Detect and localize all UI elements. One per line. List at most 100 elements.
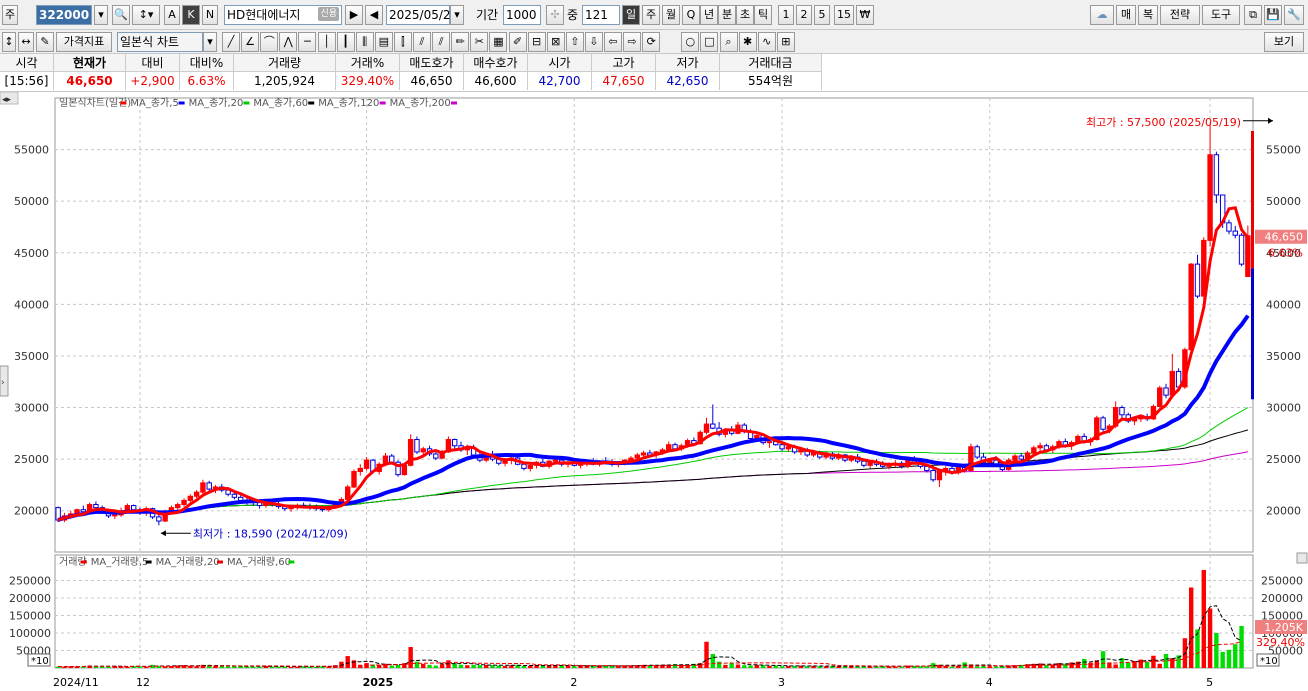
tab-timeframe-0[interactable]: 일 (622, 5, 640, 25)
candle (112, 514, 118, 517)
toolbar-right-button-1[interactable]: 복 (1138, 5, 1158, 25)
period-input[interactable]: 1000 (503, 5, 541, 25)
draw-tool-button[interactable]: ⟳ (642, 32, 661, 52)
draw-tool-button[interactable]: ⋀ (279, 32, 298, 52)
tab-timeframe-6[interactable]: 초 (736, 5, 754, 25)
save-button[interactable]: 💾 (1264, 5, 1282, 25)
cloud-button[interactable]: ☁ (1090, 5, 1114, 25)
btn-k[interactable]: K (182, 5, 200, 25)
draw-tool-button[interactable]: ▦ (489, 32, 508, 52)
draw-tool-button[interactable]: ⫽ (432, 32, 451, 52)
mid-count-input[interactable]: 121 (582, 5, 620, 25)
quote-header: 시각 (0, 54, 54, 72)
arrow-leftright-icon: ↔ (21, 35, 31, 48)
volume-bar (1170, 658, 1175, 668)
draw-tool-icon: ▦ (493, 35, 504, 48)
draw-tool-button[interactable]: ✏ (451, 32, 470, 52)
toolbar-right-button-2[interactable]: 전략 (1160, 5, 1200, 25)
stock-chart[interactable]: ◂▸20000 2000025000 2500030000 3000035000 350… (0, 91, 1308, 689)
draw-tool-icon: ∠ (245, 35, 256, 48)
volume-bar (496, 665, 501, 668)
draw-tool-button[interactable]: ─ (298, 32, 317, 52)
price-indicator-button[interactable]: 가격지표 (56, 32, 112, 52)
candle (1037, 445, 1043, 449)
volume-bar (760, 665, 766, 668)
crosshair-button[interactable]: ✣ (546, 5, 564, 25)
draw-tool-button[interactable]: ⇨ (623, 32, 642, 52)
leftright-button[interactable]: ↔ (18, 32, 34, 52)
tab-timeframe-2[interactable]: 월 (662, 5, 680, 25)
next-stock-button[interactable]: ▶ (345, 5, 363, 25)
chart-type-select[interactable]: 일본식 차트 (117, 32, 203, 52)
toolbar-right-button-0[interactable]: 매 (1116, 5, 1136, 25)
y-tick-label-right: 30000 (1266, 402, 1301, 415)
draw-tool-button[interactable]: ∠ (241, 32, 260, 52)
draw-tool-button[interactable]: ∿ (757, 32, 776, 52)
date-input[interactable]: 2025/05/23 (386, 5, 458, 25)
draw-tool-button[interactable]: │ (317, 32, 336, 52)
volume-bar (427, 664, 432, 668)
settings-button[interactable]: 🔧 (1284, 5, 1304, 25)
candle (1157, 387, 1163, 408)
tab-timeframe-7[interactable]: 틱 (754, 5, 772, 25)
date-dropdown-button[interactable]: ▾ (450, 5, 464, 25)
draw-tool-button[interactable]: ✐ (508, 32, 527, 52)
draw-tool-button[interactable]: ⌕ (719, 32, 738, 52)
draw-tool-icon: ⊞ (781, 35, 791, 48)
tab-timeframe-4[interactable]: 년 (700, 5, 718, 25)
search-button[interactable]: 🔍 (112, 5, 130, 25)
current-volume-tag: 1,205K (1264, 621, 1303, 634)
draw-tool-button[interactable]: ⊞ (776, 32, 795, 52)
tab-timeframe-8[interactable]: 1 (778, 5, 794, 25)
copy-button[interactable]: ⧉ (1244, 5, 1262, 25)
stock-code-input[interactable]: 322000 (36, 5, 92, 25)
code-dropdown-button[interactable]: ▾ (94, 5, 108, 25)
tab-timeframe-11[interactable]: 15 (834, 5, 854, 25)
draw-tool-button[interactable]: ⇩ (584, 32, 603, 52)
btn-n[interactable]: N (202, 5, 218, 25)
draw-tool-button[interactable]: ⫼ (355, 32, 374, 52)
volume-bar (590, 666, 596, 668)
btn-a[interactable]: A (164, 5, 180, 25)
draw-tool-button[interactable]: ⇧ (565, 32, 584, 52)
arrow-updown-icon: ↕ (4, 35, 14, 48)
stock-name-field[interactable]: HD현대에너지 신용 (224, 5, 342, 25)
price-legend-label: MA_종가,60 (253, 97, 308, 109)
candle (187, 495, 194, 501)
prev-stock-button[interactable]: ◀ (365, 5, 383, 25)
draw-tool-button[interactable]: ⌒ (260, 32, 279, 52)
grid-button[interactable]: ₩ (856, 5, 874, 25)
draw-tool-button[interactable]: ⊠ (546, 32, 565, 52)
draw-tool-button[interactable]: ╱ (222, 32, 240, 52)
draw-tool-button[interactable]: ┃ (336, 32, 355, 52)
draw-tool-icon: ⫽ (438, 35, 444, 48)
tab-timeframe-9[interactable]: 2 (796, 5, 812, 25)
tab-timeframe-5[interactable]: 분 (718, 5, 736, 25)
draw-tool-button[interactable]: ✂ (470, 32, 489, 52)
search-icon: 🔍 (114, 8, 128, 21)
sort-button[interactable]: ↕▾ (132, 5, 160, 25)
draw-tool-button[interactable]: ✱ (738, 32, 757, 52)
draw-tool-button[interactable]: ○ (681, 32, 700, 52)
tab-timeframe-3[interactable]: Q (682, 5, 700, 25)
view-button[interactable]: 보기 (1264, 32, 1304, 52)
toolbar-right-button-3[interactable]: 도구 (1202, 5, 1240, 25)
draw-tool-button[interactable]: ⫽ (413, 32, 431, 52)
draw-tool-button[interactable]: ⇦ (604, 32, 622, 52)
draw-tool-icon: ⇨ (627, 35, 637, 48)
volume-bar (1201, 570, 1206, 668)
draw-tool-button[interactable]: ⫿ (393, 32, 412, 52)
draw-tool-button[interactable]: ▤ (374, 32, 393, 52)
market-type-button[interactable]: 주 (2, 5, 18, 25)
draw-tool-icon: ┃ (342, 35, 349, 48)
draw-tool-button[interactable]: ⊟ (527, 32, 546, 52)
x-tick-label: 2025 (363, 676, 394, 688)
chart-type-dropdown[interactable]: ▾ (203, 32, 217, 52)
price-panel (54, 97, 1254, 553)
tab-timeframe-10[interactable]: 5 (814, 5, 830, 25)
updown-button[interactable]: ↕ (2, 32, 16, 52)
edit-button[interactable]: ✎ (36, 32, 54, 52)
price-legend-label: MA_종가,20 (189, 97, 244, 109)
tab-timeframe-1[interactable]: 주 (642, 5, 660, 25)
draw-tool-button[interactable]: □ (700, 32, 719, 52)
